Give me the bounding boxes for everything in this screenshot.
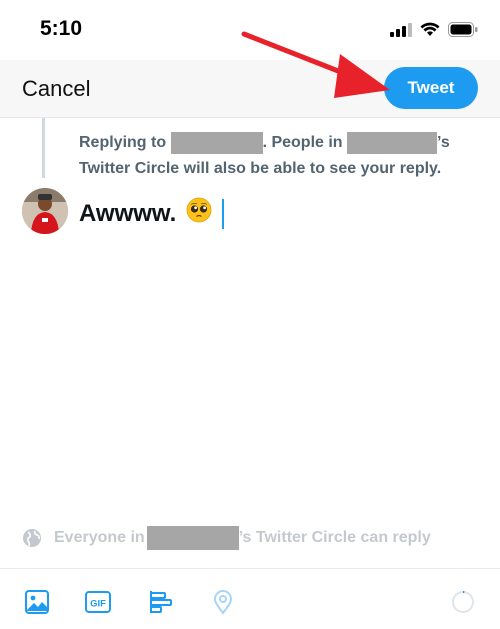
reply-permission-setting[interactable]: Everyone in ’s Twitter Circle can reply [22, 526, 431, 550]
tweet-button[interactable]: Tweet [384, 67, 478, 109]
replying-to-prefix: Replying to [79, 134, 167, 151]
image-icon[interactable] [24, 589, 50, 615]
reply-setting-prefix: Everyone in [54, 529, 145, 546]
tweet-input-text: Awwww. [79, 199, 177, 227]
wifi-icon [420, 22, 440, 36]
replying-to-middle: . People in [262, 134, 343, 151]
reply-setting-suffix: ’s Twitter Circle can reply [238, 529, 431, 546]
svg-text:GIF: GIF [90, 599, 106, 610]
text-caret [222, 198, 225, 229]
redacted-username [347, 131, 438, 154]
cellular-signal-icon [390, 22, 412, 37]
avatar-image [22, 188, 68, 234]
thread-line [42, 118, 45, 178]
pleading-face-emoji-icon [186, 197, 212, 230]
status-icons [390, 22, 478, 37]
avatar[interactable] [22, 188, 68, 234]
battery-icon [448, 22, 478, 37]
location-icon[interactable] [210, 589, 236, 615]
status-bar: 5:10 [0, 0, 500, 60]
redacted-username [146, 526, 239, 550]
redacted-username [170, 131, 263, 154]
globe-icon [23, 529, 41, 547]
cancel-button[interactable]: Cancel [22, 76, 90, 102]
tweet-input[interactable]: Awwww. [79, 197, 225, 230]
status-time: 5:10 [40, 17, 83, 40]
replying-to-notice: Replying to . People in ’s Twitter Circl… [79, 130, 479, 182]
poll-icon[interactable] [148, 589, 174, 615]
gif-icon[interactable]: GIF [85, 589, 111, 615]
compose-toolbar: GIF [0, 569, 500, 629]
character-counter-icon [452, 591, 474, 613]
